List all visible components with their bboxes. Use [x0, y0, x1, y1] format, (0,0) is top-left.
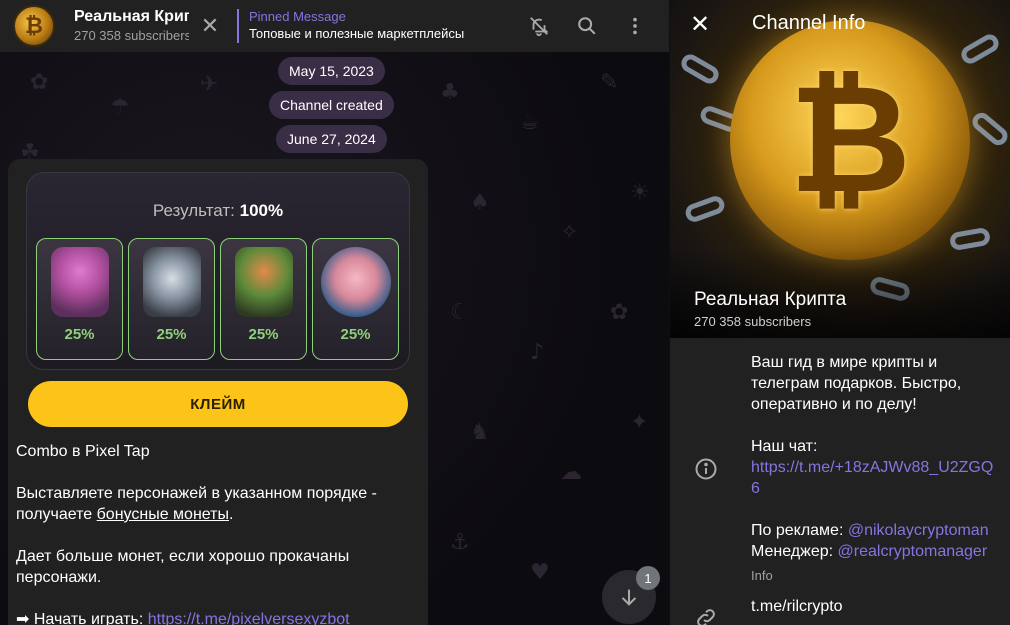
post-paragraph: Выставляете персонажей в указанном поряд…: [16, 483, 416, 525]
bitcoin-coin-image: ₿: [730, 20, 970, 260]
channel-info-panel: ₿ ✕ Channel Info Реальная Крипта 270 358…: [669, 0, 1010, 625]
ads-handle-link[interactable]: @nikolaycryptoman: [848, 522, 989, 539]
close-icon[interactable]: ✕: [195, 11, 225, 41]
post-text-segment: ➡ Начать играть:: [16, 611, 148, 625]
result-value: 100%: [239, 201, 284, 220]
more-menu-icon[interactable]: [617, 9, 653, 43]
channel-avatar[interactable]: ₿: [13, 5, 55, 47]
channel-post[interactable]: Результат: 100% 25% 25% 25% 25% КЛЕЙМ Co…: [8, 159, 428, 625]
manager-handle-link[interactable]: @realcryptomanager: [838, 543, 988, 560]
character-tile: 25%: [312, 238, 399, 360]
claim-button[interactable]: КЛЕЙМ: [28, 381, 408, 427]
character-image: [321, 247, 391, 317]
unread-badge: 1: [636, 566, 660, 590]
post-paragraph: ➡ Начать играть: https://t.me/pixelverse…: [16, 609, 416, 625]
character-tile: 25%: [128, 238, 215, 360]
character-image: [235, 247, 293, 317]
character-tile: 25%: [36, 238, 123, 360]
info-icon: [695, 458, 717, 480]
chat-label: Наш чат:: [751, 438, 818, 455]
ads-label: По рекламе:: [751, 522, 848, 539]
chat-block: Наш чат: https://t.me/+18zAJWv88_U2ZGQ6: [751, 436, 1001, 499]
panel-title: Channel Info: [752, 12, 866, 34]
date-separator: June 27, 2024: [276, 125, 387, 153]
chat-area: ✿ ☂ ✈ ♣ ☕ ✎ ♠ ✧ ☀ ☾ ♪ ✿ ♞ ☁ ✦ ⚓ ♥ ☘ ₿ Ре…: [0, 0, 669, 625]
channel-title-block[interactable]: Реальная Крипта 270 358 subscribers: [74, 7, 189, 45]
post-line: Дает больше монет, если хорошо прокачаны…: [16, 548, 350, 586]
result-line: Результат: 100%: [27, 201, 409, 221]
pinned-text: Топовые и полезные маркетплейсы: [249, 26, 465, 41]
subscriber-count: 270 358 subscribers: [74, 28, 189, 43]
post-line: Combo в Pixel Tap: [16, 443, 150, 460]
tile-percent: 25%: [64, 326, 95, 343]
manager-line: Менеджер: @realcryptomanager: [751, 541, 1001, 562]
service-message: Channel created: [269, 91, 394, 119]
info-caption: Info: [751, 568, 773, 583]
channel-description[interactable]: Ваш гид в мире крипты и телеграм подарко…: [751, 352, 1001, 562]
character-image: [143, 247, 201, 317]
result-label: Результат:: [152, 201, 235, 220]
tile-percent: 25%: [340, 326, 371, 343]
bot-link[interactable]: https://t.me/pixelversexyzbot: [148, 611, 350, 625]
close-icon[interactable]: ✕: [690, 10, 720, 40]
post-image-combo-card[interactable]: Результат: 100% 25% 25% 25% 25%: [26, 172, 410, 370]
channel-cover-image: ₿ ✕ Channel Info Реальная Крипта 270 358…: [670, 0, 1010, 338]
character-tiles: 25% 25% 25% 25%: [36, 238, 399, 360]
link-icon: [697, 609, 715, 625]
channel-subscribers: 270 358 subscribers: [694, 314, 812, 329]
post-text-segment: .: [228, 506, 234, 523]
pinned-message[interactable]: Pinned Message Топовые и полезные маркет…: [237, 9, 487, 43]
pinned-label: Pinned Message: [249, 9, 346, 24]
arrow-down-icon: [621, 589, 637, 606]
channel-name: Реальная Крипта: [694, 289, 847, 310]
date-separator: May 15, 2023: [278, 57, 385, 85]
chat-invite-link[interactable]: https://t.me/+18zAJWv88_U2ZGQ6: [751, 459, 993, 497]
search-icon[interactable]: [569, 9, 605, 43]
tile-percent: 25%: [248, 326, 279, 343]
character-tile: 25%: [220, 238, 307, 360]
chat-header: ₿ Реальная Крипта 270 358 subscribers ✕ …: [0, 0, 669, 52]
mute-bell-icon[interactable]: [521, 9, 557, 43]
channel-title: Реальная Крипта: [74, 8, 189, 25]
bonus-coins-link[interactable]: бонусные монеты: [97, 506, 229, 523]
manager-label: Менеджер:: [751, 543, 838, 560]
post-text: Combo в Pixel Tap Выставляете персонажей…: [16, 441, 416, 625]
character-image: [51, 247, 109, 317]
tile-percent: 25%: [156, 326, 187, 343]
ads-line: По рекламе: @nikolaycryptoman: [751, 520, 1001, 541]
channel-link[interactable]: t.me/rilcrypto: [751, 598, 843, 616]
description-text: Ваш гид в мире крипты и телеграм подарко…: [751, 354, 962, 413]
